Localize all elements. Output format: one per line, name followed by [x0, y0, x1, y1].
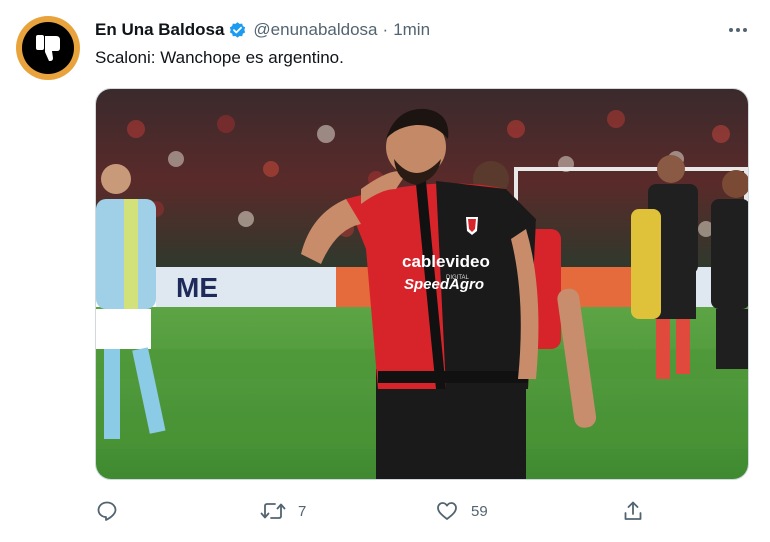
jersey-sponsor-2: SpeedAgro	[404, 276, 484, 293]
handle[interactable]: @enunabaldosa	[253, 20, 377, 40]
football-player-photo: ME cablevideo DIGITAL SpeedAgro	[96, 89, 748, 479]
avatar[interactable]	[16, 16, 80, 80]
share-icon	[624, 501, 642, 520]
tweet-photo[interactable]: ME cablevideo DIGITAL SpeedAgro	[95, 88, 749, 480]
separator-dot: ·	[382, 20, 389, 39]
tweet-header: En Una Baldosa @enunabaldosa · 1min	[95, 19, 430, 41]
thumbs-down-logo-icon	[22, 22, 74, 74]
jersey-sponsor-1: cablevideo	[402, 252, 490, 271]
billboard-text: ME	[176, 272, 218, 303]
more-dots-icon	[729, 28, 747, 32]
like-button[interactable]: 59	[435, 497, 488, 525]
verified-badge-icon	[228, 21, 247, 40]
tweet-actions: 7 59	[95, 497, 655, 525]
like-count: 59	[471, 502, 488, 520]
heart-icon	[437, 502, 457, 520]
retweet-count: 7	[298, 502, 307, 520]
reply-icon	[97, 501, 117, 521]
retweet-icon	[260, 503, 286, 519]
display-name[interactable]: En Una Baldosa	[95, 20, 224, 40]
tweet-text: Scaloni: Wanchope es argentino.	[95, 48, 344, 67]
tweet[interactable]: En Una Baldosa @enunabaldosa · 1min Scal…	[0, 0, 770, 542]
reply-button[interactable]	[95, 497, 119, 525]
retweet-button[interactable]: 7	[260, 497, 306, 525]
share-button[interactable]	[621, 497, 645, 525]
timestamp[interactable]: 1min	[393, 20, 430, 40]
more-options-button[interactable]	[726, 20, 750, 40]
